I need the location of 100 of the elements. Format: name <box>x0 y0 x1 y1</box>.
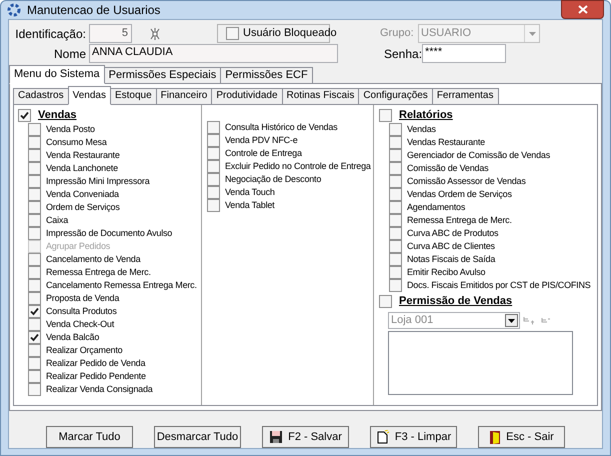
checkbox[interactable] <box>28 370 41 383</box>
field-label: Senha: <box>384 46 422 62</box>
checkbox[interactable] <box>389 123 402 136</box>
checkbox-label: Venda Touch <box>225 186 275 199</box>
action-button[interactable]: Esc - Sair <box>478 426 565 448</box>
name-field[interactable]: ANNA CLAUDIA <box>89 44 338 63</box>
sparkle-icon <box>148 26 162 40</box>
checkbox[interactable] <box>28 292 41 305</box>
checkbox-label: Agendamentos <box>407 200 466 214</box>
checkbox[interactable] <box>28 383 41 396</box>
checkbox[interactable] <box>207 121 220 134</box>
remove-item-icon[interactable] <box>541 317 551 324</box>
new-page-icon <box>376 430 390 444</box>
checkbox[interactable] <box>28 136 41 149</box>
checkbox[interactable] <box>389 279 402 292</box>
checkbox[interactable] <box>207 134 220 147</box>
action-button[interactable]: Desmarcar Tudo <box>154 426 241 448</box>
checkbox[interactable] <box>207 199 220 212</box>
checkbox[interactable] <box>389 227 402 240</box>
checkbox-label: Venda PDV NFC-e <box>225 134 298 147</box>
checkbox[interactable] <box>389 240 402 253</box>
tab[interactable]: Financeiro <box>156 88 212 104</box>
checkbox[interactable] <box>28 331 41 344</box>
checkbox[interactable] <box>28 162 41 175</box>
checkbox[interactable] <box>28 149 41 162</box>
close-button[interactable] <box>561 0 604 19</box>
action-button[interactable]: Marcar Tudo <box>46 426 133 448</box>
action-button[interactable]: F2 - Salvar <box>262 426 349 448</box>
checkbox[interactable] <box>28 188 41 201</box>
checkbox[interactable] <box>28 279 41 292</box>
checkbox-label: Realizar Pedido Pendente <box>46 370 146 383</box>
checkbox-label: Remessa Entrega de Merc. <box>407 214 512 227</box>
checkbox-label: Vendas Restaurante <box>407 136 485 149</box>
store-dropdown[interactable]: Loja 001 <box>388 312 520 329</box>
checkbox[interactable] <box>18 109 31 122</box>
tab[interactable]: Rotinas Fiscais <box>282 88 360 104</box>
checkbox[interactable] <box>226 27 239 40</box>
checkbox-label: Proposta de Venda <box>46 292 120 305</box>
checkbox[interactable] <box>28 123 41 136</box>
checkbox[interactable] <box>207 160 220 173</box>
password-field[interactable]: **** <box>422 44 506 63</box>
checkbox[interactable] <box>28 344 41 357</box>
checkbox[interactable] <box>207 186 220 199</box>
checkbox[interactable] <box>28 357 41 370</box>
window-title: Manutencao de Usuarios <box>27 2 160 19</box>
tab[interactable]: Permissões ECF <box>220 67 313 83</box>
checkbox[interactable] <box>389 162 402 175</box>
checkbox-label: Impressão de Documento Avulso <box>46 226 172 240</box>
checkbox-label: Venda Conveniada <box>46 188 119 201</box>
tab[interactable]: Vendas <box>68 86 111 105</box>
checkbox[interactable] <box>28 227 41 240</box>
tab[interactable]: Produtividade <box>211 88 283 104</box>
checkbox[interactable] <box>207 147 220 160</box>
checkbox[interactable] <box>389 149 402 162</box>
checkbox-label: Excluir Pedido no Controle de Entrega <box>225 160 371 173</box>
checkbox-label: Notas Fiscais de Saída <box>407 252 496 266</box>
checkbox-label: Consulta Histórico de Vendas <box>225 120 338 134</box>
checkbox-label: Docs. Fiscais Emitidos por CST de PIS/COFINS <box>407 278 591 292</box>
checkbox-label: Cancelamento de Venda <box>46 252 140 266</box>
field-label: Nome <box>52 46 87 62</box>
checkbox[interactable] <box>389 201 402 214</box>
close-icon <box>578 5 588 14</box>
tab[interactable]: Estoque <box>110 88 157 104</box>
checkbox-label: Impressão Mini Impressora <box>46 174 150 188</box>
checkbox[interactable] <box>28 253 41 266</box>
checkbox-label: Curva ABC de Clientes <box>407 240 495 253</box>
tab[interactable]: Cadastros <box>13 88 69 104</box>
checkbox[interactable] <box>28 266 41 279</box>
checkbox[interactable] <box>389 253 402 266</box>
checkbox[interactable] <box>28 175 41 188</box>
checkbox[interactable] <box>28 214 41 227</box>
checkbox-label: Venda Tablet <box>225 198 274 212</box>
tab[interactable]: Menu do Sistema <box>9 65 105 84</box>
checkbox[interactable] <box>28 305 41 318</box>
checkbox-label: Venda Check-Out <box>46 318 114 331</box>
checkbox[interactable] <box>389 214 402 227</box>
list-box[interactable] <box>388 331 573 395</box>
checkbox[interactable] <box>389 188 402 201</box>
checkbox[interactable] <box>28 201 41 214</box>
checkbox[interactable] <box>389 175 402 188</box>
door-icon <box>489 430 502 444</box>
checkbox-label: Vendas <box>407 122 436 136</box>
checkbox-label: Agrupar Pedidos <box>46 240 110 253</box>
dropdown-arrow-icon <box>508 318 515 322</box>
id-field[interactable]: 5 <box>89 24 132 43</box>
checkbox[interactable] <box>379 295 392 308</box>
checkbox[interactable] <box>389 266 402 279</box>
add-item-icon[interactable] <box>523 316 535 326</box>
checkbox[interactable] <box>389 136 402 149</box>
checkbox[interactable] <box>207 173 220 186</box>
action-button[interactable]: F3 - Limpar <box>370 426 457 448</box>
checkbox-label: Curva ABC de Produtos <box>407 226 498 240</box>
tab[interactable]: Permissões Especiais <box>104 67 222 83</box>
tab[interactable]: Ferramentas <box>432 88 498 104</box>
checkbox-label: Caixa <box>46 214 68 227</box>
checkbox[interactable] <box>379 109 392 122</box>
tab[interactable]: Configurações <box>358 88 433 104</box>
checkbox-label: Controle de Entrega <box>225 146 302 160</box>
checkbox[interactable] <box>28 318 41 331</box>
checkbox-label: Comissão de Vendas <box>407 162 488 175</box>
